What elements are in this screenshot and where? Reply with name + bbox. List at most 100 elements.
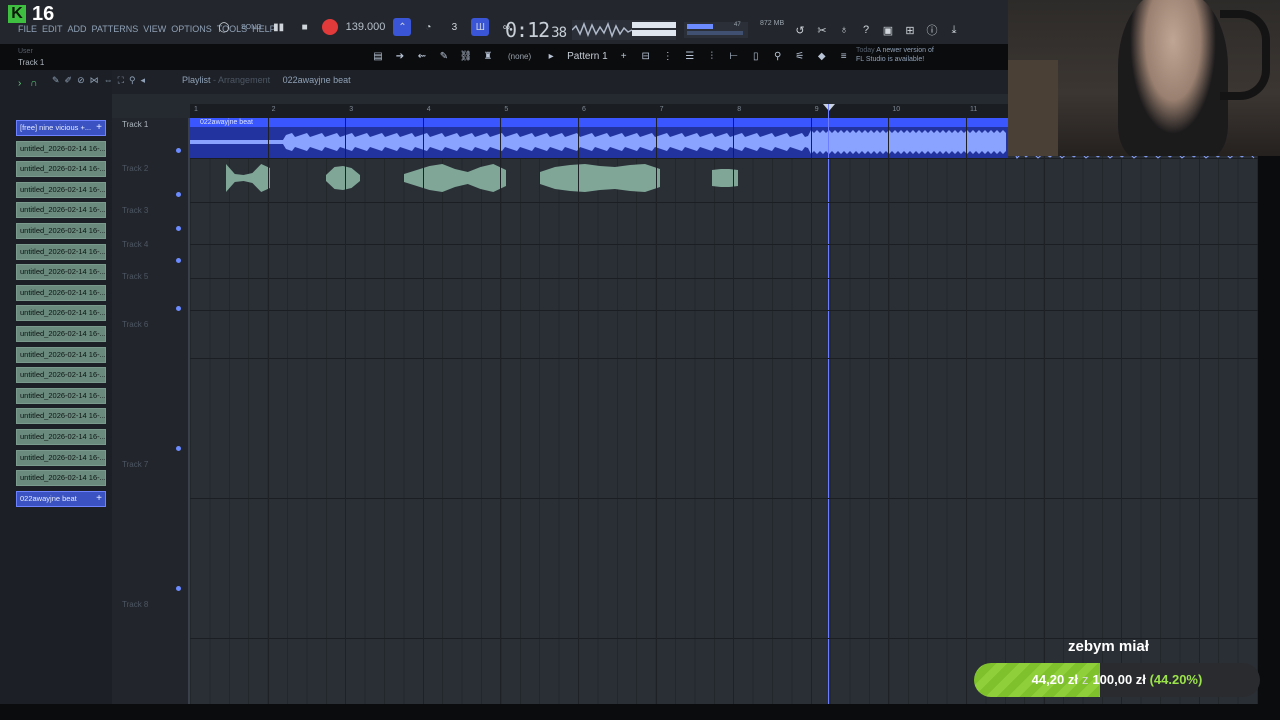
piano-icon[interactable]: ▤ (370, 48, 386, 64)
arrow-icon[interactable]: ➔ (392, 48, 408, 64)
track-label[interactable]: Track 3 (122, 206, 148, 215)
pencil-icon[interactable]: ✎ (436, 48, 452, 64)
track-label[interactable]: Track 8 (122, 600, 148, 609)
paint-icon[interactable]: ⚟ (792, 48, 808, 64)
countdown-icon[interactable]: 3 (445, 18, 463, 36)
clip-list-item[interactable]: untitled_2026-02-14 16-... (16, 346, 106, 363)
menu-view[interactable]: VIEW (143, 24, 166, 34)
loop-icon[interactable]: ◯ (215, 18, 233, 36)
playlist-icon[interactable]: ⊟ (638, 48, 654, 64)
clip-list-item[interactable]: untitled_2026-02-14 16-... (16, 305, 106, 322)
cpu-bar (687, 24, 713, 29)
tempo-tap-icon[interactable]: ◆ (814, 48, 830, 64)
step-icon[interactable]: ⇜ (414, 48, 430, 64)
clip-list-item[interactable]: untitled_2026-02-14 16-... (16, 243, 106, 260)
expand-icon[interactable]: › (18, 78, 21, 89)
menu-edit[interactable]: EDIT (42, 24, 63, 34)
slice-tool-icon[interactable]: ⇔ (104, 75, 113, 86)
track-enable-dot[interactable] (176, 192, 181, 197)
clip-list-item[interactable]: untitled_2026-02-14 16-... (16, 429, 106, 445)
news-line2: FL Studio is available! (856, 56, 925, 63)
clip-list-item[interactable]: untitled_2026-02-14 16-... (16, 140, 106, 157)
help-icon[interactable]: ? (858, 22, 874, 38)
pattern-select[interactable]: Pattern 1 (567, 51, 608, 62)
clip-list-item[interactable]: untitled_2026-02-14 16-... (16, 470, 106, 487)
menu-options[interactable]: OPTIONS (171, 24, 212, 34)
add-pattern-icon[interactable]: + (616, 48, 632, 64)
clip-list-item[interactable]: untitled_2026-02-14 16-... (16, 264, 106, 281)
playlist-tools: ✎ ✐ ⊘ ⋈ ⇔ ⛶ ⚲ ◂ (52, 75, 145, 86)
track-enable-dot[interactable] (176, 446, 181, 451)
scissors-icon[interactable]: ✂ (814, 22, 830, 38)
file-icon[interactable]: ▯ (748, 48, 764, 64)
vocal-clips[interactable] (190, 158, 750, 198)
song-mode-toggle[interactable]: SONG (241, 18, 262, 36)
playhead-marker[interactable] (823, 104, 835, 111)
clip-list-item[interactable]: untitled_2026-02-14 16-... (16, 387, 106, 404)
mixer-sliders-icon[interactable]: ⫶ (704, 48, 720, 64)
chain-icon[interactable]: ⛓ (458, 48, 474, 64)
browser-icon[interactable]: ⊢ (726, 48, 742, 64)
paint-tool-icon[interactable]: ✐ (65, 75, 73, 86)
clip-list-item[interactable]: untitled_2026-02-14 16-... (16, 367, 106, 384)
undo-icon[interactable]: ↺ (792, 22, 808, 38)
track-label[interactable]: Track 7 (122, 460, 148, 469)
plugin-db-icon[interactable]: ⚲ (770, 48, 786, 64)
track-label[interactable]: Track 2 (122, 164, 148, 173)
track-label[interactable]: Track 1 (122, 120, 148, 129)
draw-tool-icon[interactable]: ✎ (52, 75, 60, 86)
track-enable-dot[interactable] (176, 226, 181, 231)
clip-list-item[interactable]: untitled_2026-02-14 16-... (16, 223, 106, 239)
wait-icon[interactable]: ◔ (419, 18, 437, 36)
pause-button[interactable]: ■ (296, 18, 314, 36)
clip-add-icon[interactable]: + (96, 492, 102, 506)
blend-icon[interactable]: Ш (471, 18, 490, 36)
stamp-icon[interactable]: ♜ (480, 48, 496, 64)
clip-list-item[interactable]: [free] nine vicious +... + (16, 120, 106, 136)
stop-button[interactable]: ▮▮ (270, 18, 288, 36)
menu-patterns[interactable]: PATTERNS (92, 24, 139, 34)
clip-list-item[interactable]: untitled_2026-02-14 16-... (16, 326, 106, 342)
metronome-icon[interactable]: ⌃ (393, 18, 412, 36)
playback-tool-icon[interactable]: ◂ (141, 75, 146, 86)
clip-list-item[interactable]: untitled_2026-02-14 16-... (16, 202, 106, 219)
headphones-icon[interactable]: ∩ (30, 78, 37, 89)
track-enable-dot[interactable] (176, 306, 181, 311)
select-tool-icon[interactable]: ⛶ (118, 75, 124, 86)
arrangement-name[interactable]: Arrangement (218, 75, 270, 85)
update-notice[interactable]: Today A newer version of FL Studio is av… (856, 46, 934, 64)
menu-file[interactable]: FILE (18, 24, 37, 34)
play-pattern-icon[interactable]: ▸ (543, 48, 559, 64)
record-button[interactable] (321, 19, 338, 35)
menu-add[interactable]: ADD (68, 24, 87, 34)
delete-tool-icon[interactable]: ⊘ (77, 75, 85, 86)
tag-icon[interactable]: ≡ (836, 48, 852, 64)
mic-icon[interactable]: ♁ (836, 22, 852, 38)
clip-add-icon[interactable]: + (96, 121, 102, 135)
plugin-icon[interactable]: ⊞ (902, 22, 918, 38)
mute-tool-icon[interactable]: ⋈ (90, 75, 99, 86)
clip-list-item[interactable]: untitled_2026-02-14 16-... (16, 408, 106, 425)
clip-list-item[interactable]: untitled_2026-02-14 16-... (16, 449, 106, 466)
track-label[interactable]: Track 6 (122, 320, 148, 329)
info-icon[interactable]: ⓘ (924, 22, 940, 38)
channel-rack-icon[interactable]: ⋮ (660, 48, 676, 64)
track-label[interactable]: Track 5 (122, 272, 148, 281)
save-icon[interactable]: ▣ (880, 22, 896, 38)
audio-clip-beat[interactable]: 022awayjne beat (190, 118, 1008, 158)
track-enable-dot[interactable] (176, 586, 181, 591)
mixer-icon[interactable]: ☰ (682, 48, 698, 64)
clip-list-item[interactable]: untitled_2026-02-14 16-... (16, 181, 106, 198)
clip-list-item[interactable]: 022awayjne beat + (16, 490, 106, 507)
tempo-display[interactable]: 139.000 (346, 21, 386, 33)
playlist-grid[interactable]: 022awayjne beat (190, 104, 1258, 704)
track-label[interactable]: Track 4 (122, 240, 148, 249)
song-name[interactable]: 022awayjne beat (283, 75, 351, 85)
snap-select[interactable]: (none) (508, 52, 531, 61)
clip-list-item[interactable]: untitled_2026-02-14 16-... (16, 161, 106, 178)
track-enable-dot[interactable] (176, 258, 181, 263)
zoom-tool-icon[interactable]: ⚲ (129, 75, 136, 86)
clip-list-item[interactable]: untitled_2026-02-14 16-... (16, 284, 106, 301)
download-icon[interactable]: ⤓ (946, 22, 962, 38)
track-enable-dot[interactable] (176, 148, 181, 153)
